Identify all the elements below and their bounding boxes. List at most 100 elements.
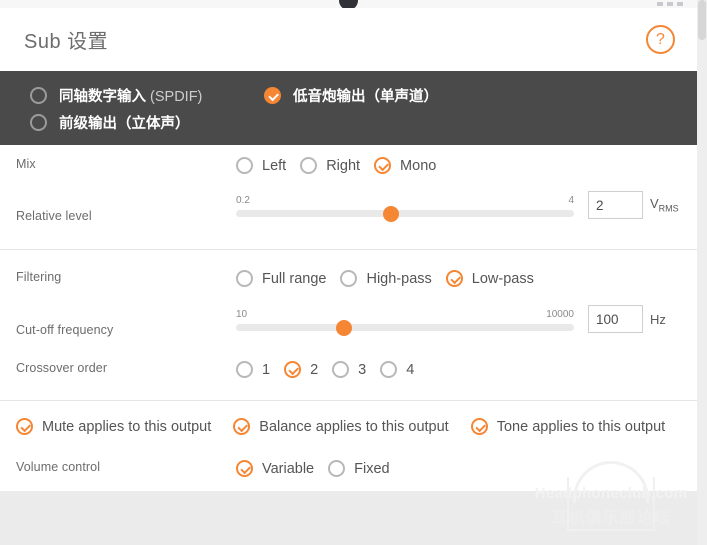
output-option-spdif-suffix: (SPDIF) xyxy=(146,89,203,105)
checkbox-balance-applies[interactable]: Balance applies to this output xyxy=(233,418,449,435)
card-header: Sub 设置 ? xyxy=(0,8,697,71)
crossover-option-1-label: 1 xyxy=(262,361,271,378)
mix-option-group: Left Right Mono xyxy=(236,157,697,174)
relative-level-min: 0.2 xyxy=(236,195,250,206)
radio-icon-checked xyxy=(374,157,392,174)
help-icon[interactable]: ? xyxy=(646,25,675,54)
row-label-mix: Mix xyxy=(16,157,36,171)
cutoff-frequency-input[interactable] xyxy=(588,305,643,333)
settings-card: Sub 设置 ? 同轴数字输入 (SPDIF) 低音炮输出（单声道） 前级输出（… xyxy=(0,8,697,491)
crossover-option-2-label: 2 xyxy=(310,361,319,378)
row-label-crossover-order: Crossover order xyxy=(16,361,108,375)
radio-icon-checked xyxy=(236,460,253,477)
cutoff-frequency-max: 10000 xyxy=(546,309,574,320)
mix-option-right-label: Right xyxy=(326,157,361,174)
checkbox-mute-applies-label: Mute applies to this output xyxy=(42,418,212,435)
output-option-preout-stereo-label: 前级输出（立体声） xyxy=(59,116,190,132)
check-icon-checked xyxy=(16,418,33,435)
row-label-filtering: Filtering xyxy=(16,270,62,284)
filtering-option-full-range-label: Full range xyxy=(262,270,327,287)
crossover-option-group: 1 2 3 4 xyxy=(236,361,697,378)
filtering-option-high-pass-label: High-pass xyxy=(366,270,432,287)
volume-control-option-group: Variable Fixed xyxy=(236,460,697,477)
relative-level-value-group: VRMS xyxy=(588,191,679,219)
output-option-sub-mono[interactable]: 低音炮输出（单声道） xyxy=(264,85,438,106)
cutoff-frequency-slider[interactable]: 10 10000 xyxy=(236,309,574,336)
checkbox-balance-applies-label: Balance applies to this output xyxy=(259,418,449,435)
app-root: Sub 设置 ? 同轴数字输入 (SPDIF) 低音炮输出（单声道） 前级输出（… xyxy=(0,0,707,545)
radio-icon-unchecked xyxy=(236,270,253,287)
row-crossover-order: Crossover order 1 2 3 4 xyxy=(0,337,697,400)
radio-icon-unchecked xyxy=(340,270,358,287)
row-filtering: Filtering Full range High-pass Low-pass xyxy=(0,250,697,287)
output-option-spdif[interactable]: 同轴数字输入 (SPDIF) xyxy=(30,85,264,106)
page-title: Sub 设置 xyxy=(24,31,109,53)
radio-icon-unchecked xyxy=(380,361,398,378)
section-output-behavior: Mute applies to this output Balance appl… xyxy=(0,401,697,477)
filtering-option-high-pass[interactable]: High-pass xyxy=(340,270,432,287)
row-label-volume-control: Volume control xyxy=(16,460,101,474)
checkbox-tone-applies[interactable]: Tone applies to this output xyxy=(470,418,666,435)
relative-level-unit: VRMS xyxy=(650,196,679,214)
checkbox-mute-applies[interactable]: Mute applies to this output xyxy=(16,418,211,435)
radio-icon-unchecked xyxy=(236,361,253,378)
row-cutoff-frequency: Cut-off frequency 10 10000 Hz xyxy=(0,287,697,337)
vertical-scrollbar[interactable] xyxy=(697,0,707,545)
cutoff-frequency-slider-range: 10 10000 xyxy=(236,309,574,320)
radio-icon-unchecked xyxy=(328,460,346,477)
section-filtering: Filtering Full range High-pass Low-pass … xyxy=(0,250,697,400)
mix-option-left-label: Left xyxy=(262,157,287,174)
volume-control-option-variable[interactable]: Variable xyxy=(236,460,314,477)
row-label-cutoff-frequency: Cut-off frequency xyxy=(16,323,114,337)
relative-level-input[interactable] xyxy=(588,191,643,219)
check-icon-checked xyxy=(470,418,488,435)
checkbox-tone-applies-label: Tone applies to this output xyxy=(496,418,666,435)
volume-control-option-fixed[interactable]: Fixed xyxy=(328,460,390,477)
relative-level-slider-range: 0.2 4 xyxy=(236,195,574,206)
radio-icon-unchecked xyxy=(30,114,47,131)
section-mix: Mix Left Right Mono Relative level 0.2 4… xyxy=(0,145,697,249)
output-selector-band: 同轴数字输入 (SPDIF) 低音炮输出（单声道） 前级输出（立体声） xyxy=(0,71,697,145)
mix-option-left[interactable]: Left xyxy=(236,157,286,174)
radio-icon-unchecked xyxy=(332,361,350,378)
radio-icon-checked xyxy=(284,361,302,378)
relative-level-track[interactable] xyxy=(236,206,574,222)
mix-option-right[interactable]: Right xyxy=(300,157,360,174)
applies-option-group: Mute applies to this output Balance appl… xyxy=(0,401,697,435)
crossover-option-3[interactable]: 3 xyxy=(332,361,366,378)
crossover-option-4[interactable]: 4 xyxy=(380,361,414,378)
radio-icon-unchecked xyxy=(236,157,253,174)
relative-level-thumb[interactable] xyxy=(383,206,400,222)
radio-icon-unchecked xyxy=(30,87,47,104)
crossover-option-4-label: 4 xyxy=(406,361,415,378)
filtering-option-group: Full range High-pass Low-pass xyxy=(236,270,697,287)
row-mix: Mix Left Right Mono xyxy=(0,145,697,174)
crossover-option-3-label: 3 xyxy=(358,361,367,378)
cutoff-frequency-track[interactable] xyxy=(236,320,574,336)
crossover-option-1[interactable]: 1 xyxy=(236,361,270,378)
radio-icon-checked xyxy=(445,270,463,287)
output-option-sub-mono-label: 低音炮输出（单声道） xyxy=(293,89,438,105)
filtering-option-low-pass[interactable]: Low-pass xyxy=(445,270,534,287)
mix-option-mono-label: Mono xyxy=(400,157,437,174)
cutoff-frequency-value-group: Hz xyxy=(588,305,666,333)
relative-level-max: 4 xyxy=(568,195,574,206)
scrollbar-thumb[interactable] xyxy=(698,0,706,40)
output-option-preout-stereo[interactable]: 前级输出（立体声） xyxy=(30,112,190,133)
cutoff-frequency-thumb[interactable] xyxy=(336,320,353,336)
check-icon-checked xyxy=(233,418,251,435)
volume-control-option-variable-label: Variable xyxy=(262,460,315,477)
radio-icon-checked xyxy=(264,87,281,104)
row-volume-control: Volume control Variable Fixed xyxy=(0,435,697,477)
crossover-option-2[interactable]: 2 xyxy=(284,361,318,378)
window-controls[interactable] xyxy=(657,0,683,7)
row-label-relative-level: Relative level xyxy=(16,209,92,223)
relative-level-slider[interactable]: 0.2 4 xyxy=(236,195,574,222)
mix-option-mono[interactable]: Mono xyxy=(374,157,436,174)
output-option-spdif-label: 同轴数字输入 xyxy=(59,89,146,105)
volume-control-option-fixed-label: Fixed xyxy=(354,460,390,477)
watermark-site-name-cn: 耳机俱乐部论坛 xyxy=(551,509,671,527)
row-relative-level: Relative level 0.2 4 VRMS xyxy=(0,174,697,249)
radio-icon-unchecked xyxy=(300,157,318,174)
filtering-option-full-range[interactable]: Full range xyxy=(236,270,326,287)
